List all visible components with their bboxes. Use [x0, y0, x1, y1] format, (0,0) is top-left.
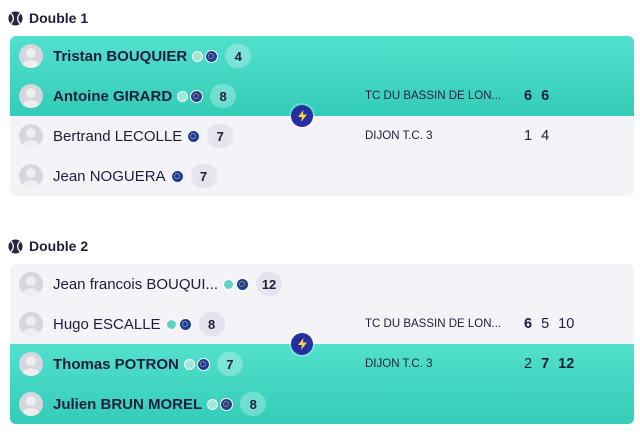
player-badges	[187, 129, 201, 143]
team-row-winner[interactable]: Thomas POTRON 7 Julien BRUN MOREL 8 DIJO…	[10, 344, 634, 424]
europe-flag-badge-icon	[196, 357, 210, 371]
match-title-double-2: Double 2	[8, 237, 88, 255]
player-name[interactable]: Bertrand LECOLLE	[53, 128, 182, 145]
match-card-double-1[interactable]: Tristan BOUQUIER 4 Antoine GIRARD 8 TC D…	[10, 36, 634, 196]
tennis-ball-icon	[8, 238, 23, 254]
player-rank-badge: 8	[240, 392, 267, 416]
player-badges	[177, 89, 204, 103]
set-score: 6	[524, 88, 533, 104]
europe-flag-badge-icon	[190, 89, 204, 103]
player-rank-badge: 7	[190, 164, 217, 188]
set-score: 2	[524, 356, 533, 372]
team-club-name: DIJON T.C. 3	[365, 130, 433, 142]
player-rank-badge: 8	[210, 84, 237, 108]
player-name[interactable]: Julien BRUN MOREL	[53, 396, 202, 413]
match-title-text: Double 1	[29, 10, 89, 26]
team-scores: 6 5 10	[524, 304, 583, 344]
user-avatar-icon	[19, 84, 43, 108]
set-score: 4	[541, 128, 550, 144]
player-name[interactable]: Hugo ESCALLE	[53, 316, 161, 333]
tennis-ball-badge-icon	[207, 398, 219, 410]
player-name[interactable]: Jean NOGUERA	[53, 168, 166, 185]
lightning-bolt-icon	[291, 333, 313, 355]
match-card-double-2[interactable]: Jean francois BOUQUI... 12 Hugo ESCALLE …	[10, 264, 634, 424]
team-club-name: TC DU BASSIN DE LON...	[365, 90, 502, 102]
user-avatar-icon	[19, 272, 43, 296]
user-avatar-icon	[19, 164, 43, 188]
team-scores: 6 6	[524, 76, 558, 116]
tennis-ball-badge-icon	[177, 90, 189, 102]
europe-flag-badge-icon	[170, 169, 184, 183]
player-row[interactable]: Julien BRUN MOREL 8	[10, 384, 267, 424]
player-row[interactable]: Jean francois BOUQUI... 12	[10, 264, 283, 304]
set-score: 12	[558, 356, 575, 372]
set-score: 7	[541, 356, 550, 372]
team-scores: 1 4	[524, 116, 558, 156]
player-row[interactable]: Thomas POTRON 7	[10, 344, 243, 384]
player-name[interactable]: Antoine GIRARD	[53, 88, 172, 105]
tennis-ball-icon	[8, 10, 23, 26]
team-row-winner[interactable]: Tristan BOUQUIER 4 Antoine GIRARD 8 TC D…	[10, 36, 634, 116]
player-rank-badge: 4	[225, 44, 252, 68]
europe-flag-badge-icon	[220, 397, 234, 411]
player-name[interactable]: Tristan BOUQUIER	[53, 48, 187, 65]
user-avatar-icon	[19, 44, 43, 68]
player-rank-badge: 7	[216, 352, 243, 376]
player-rank-badge: 7	[207, 124, 234, 148]
player-badges	[207, 397, 234, 411]
team-row-loser[interactable]: Bertrand LECOLLE 7 Jean NOGUERA 7 DIJON …	[10, 116, 634, 196]
player-row[interactable]: Jean NOGUERA 7	[10, 156, 217, 196]
set-score: 6	[524, 316, 533, 332]
player-row[interactable]: Antoine GIRARD 8	[10, 76, 237, 116]
team-club-name: TC DU BASSIN DE LON...	[365, 318, 502, 330]
set-score: 5	[541, 316, 550, 332]
player-badges	[165, 317, 192, 331]
team-scores: 2 7 12	[524, 344, 583, 384]
tennis-ball-badge-icon	[165, 318, 177, 330]
lightning-bolt-icon	[291, 105, 313, 127]
player-badges	[223, 277, 250, 291]
player-rank-badge: 12	[256, 272, 283, 296]
set-score: 1	[524, 128, 533, 144]
player-row[interactable]: Hugo ESCALLE 8	[10, 304, 225, 344]
team-row-loser[interactable]: Jean francois BOUQUI... 12 Hugo ESCALLE …	[10, 264, 634, 344]
europe-flag-badge-icon	[236, 277, 250, 291]
tennis-ball-badge-icon	[192, 50, 204, 62]
match-title-double-1: Double 1	[8, 9, 88, 27]
tennis-ball-badge-icon	[223, 278, 235, 290]
set-score: 10	[558, 316, 575, 332]
player-badges	[170, 169, 184, 183]
user-avatar-icon	[19, 392, 43, 416]
europe-flag-badge-icon	[205, 49, 219, 63]
player-name[interactable]: Thomas POTRON	[53, 356, 179, 373]
player-name[interactable]: Jean francois BOUQUI...	[53, 276, 218, 293]
tennis-ball-badge-icon	[183, 358, 195, 370]
player-row[interactable]: Bertrand LECOLLE 7	[10, 116, 234, 156]
user-avatar-icon	[19, 124, 43, 148]
player-rank-badge: 8	[198, 312, 225, 336]
match-title-text: Double 2	[29, 238, 89, 254]
user-avatar-icon	[19, 312, 43, 336]
player-row[interactable]: Tristan BOUQUIER 4	[10, 36, 252, 76]
set-score: 6	[541, 88, 550, 104]
team-club-name: DIJON T.C. 3	[365, 358, 433, 370]
europe-flag-badge-icon	[187, 129, 201, 143]
player-badges	[192, 49, 219, 63]
user-avatar-icon	[19, 352, 43, 376]
europe-flag-badge-icon	[178, 317, 192, 331]
player-badges	[183, 357, 210, 371]
